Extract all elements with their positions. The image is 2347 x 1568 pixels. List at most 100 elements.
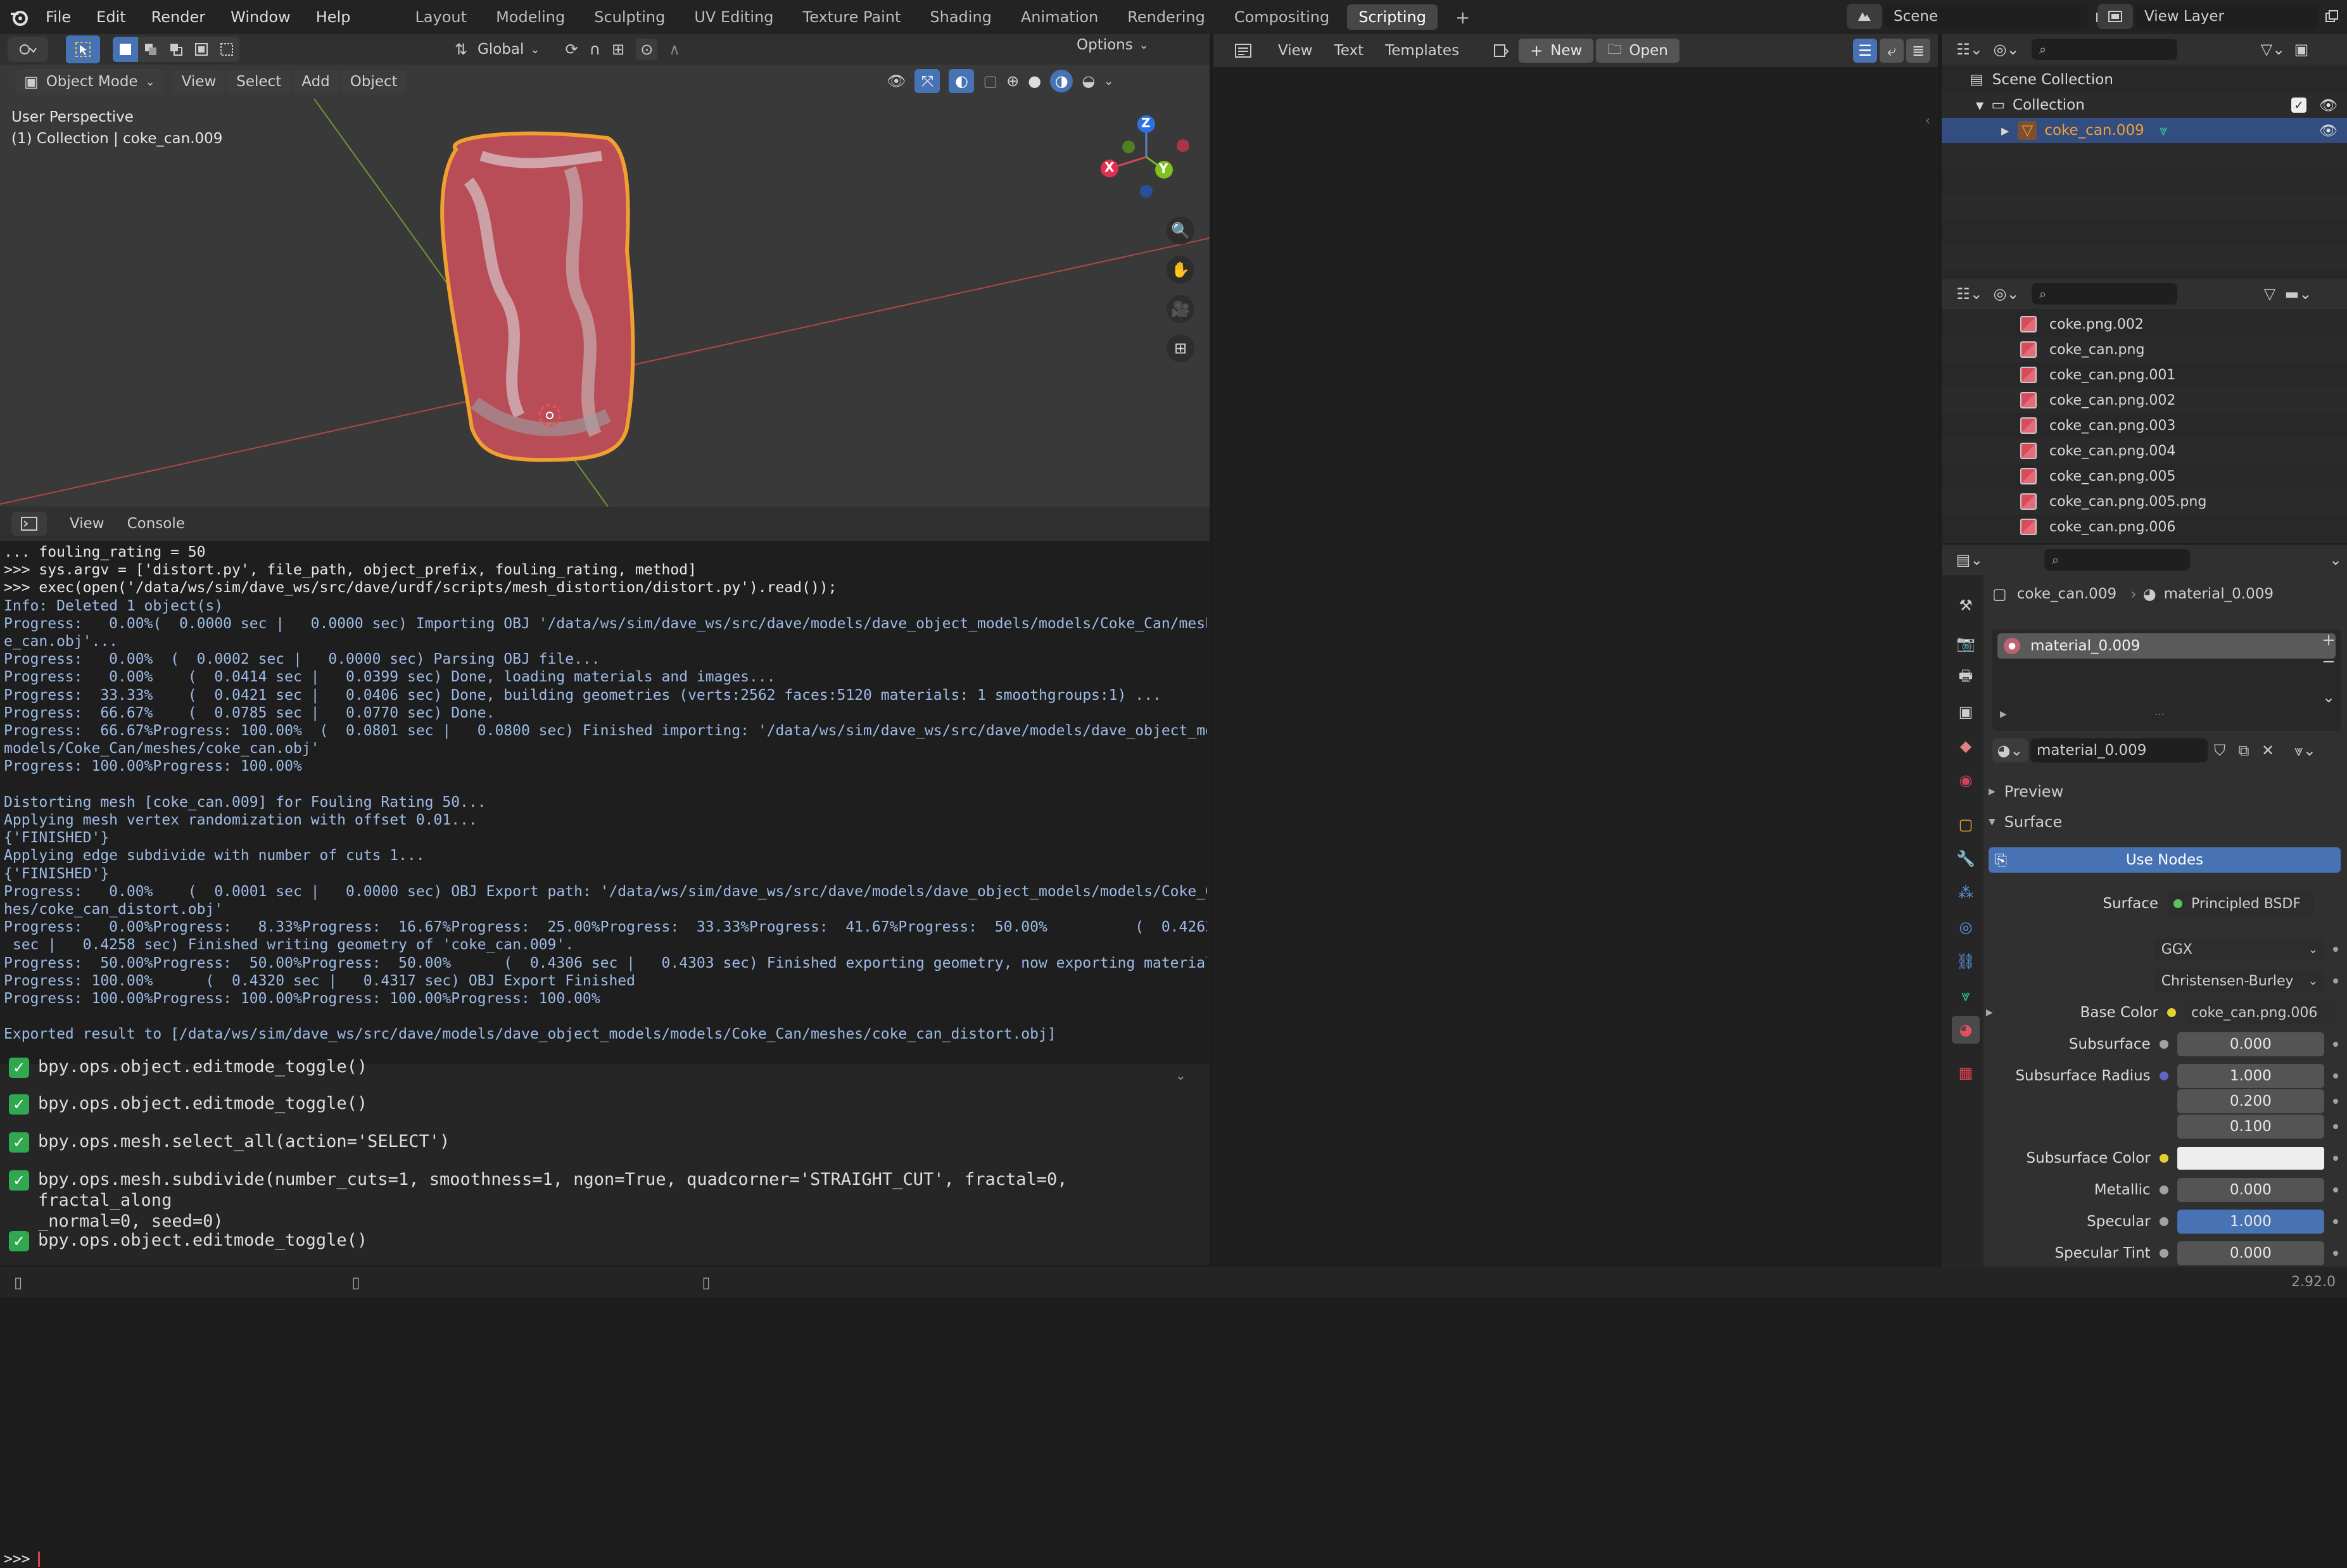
view-layer-tab-icon[interactable]: ▣ bbox=[1952, 698, 1980, 726]
list-item[interactable]: coke_can.png bbox=[1942, 337, 2347, 362]
shading-solid-icon[interactable]: ● bbox=[1028, 72, 1041, 90]
list-item[interactable]: coke_can.png.002 bbox=[1942, 388, 2347, 413]
navigation-gizmo[interactable]: Z Y X bbox=[1096, 111, 1191, 206]
filter-icon[interactable]: ▽⌄ bbox=[2257, 38, 2289, 61]
view-layer-field[interactable]: View Layer bbox=[2135, 4, 2319, 29]
list-item[interactable]: coke.png.002 bbox=[1942, 312, 2347, 337]
unlink-material-icon[interactable]: ✕ bbox=[2256, 738, 2280, 762]
text-editor-type-icon[interactable] bbox=[1226, 39, 1260, 63]
expand-right-icon[interactable]: ▶ bbox=[2000, 709, 2007, 719]
list-item[interactable]: ✓ bpy.ops.object.editmode_toggle() bbox=[9, 1056, 1197, 1078]
object-tab-icon[interactable]: ▢ bbox=[1952, 811, 1980, 838]
filter-icon[interactable]: ▽ bbox=[2257, 282, 2282, 305]
distribution-dropdown[interactable]: GGX ⌄ bbox=[2153, 938, 2324, 961]
menu-add[interactable]: Add bbox=[293, 70, 339, 94]
list-item[interactable]: coke_can.png.004 bbox=[1942, 438, 2347, 464]
visibility-icon[interactable]: 👁 bbox=[887, 72, 906, 90]
texture-tab-icon[interactable]: ▦ bbox=[1952, 1059, 1980, 1087]
data-tab-icon[interactable]: ⩔ bbox=[1952, 982, 1980, 1009]
new-collection-icon[interactable]: ▣ bbox=[2289, 38, 2314, 61]
eye-icon[interactable]: 👁 bbox=[2319, 97, 2338, 114]
shading-wireframe-icon[interactable]: ⊕ bbox=[1006, 72, 1019, 90]
scene-name-field[interactable]: Scene bbox=[1885, 4, 2087, 29]
tree-item-scene-collection[interactable]: ▤ Scene Collection bbox=[1942, 67, 2347, 92]
list-item[interactable]: ✓ bpy.ops.mesh.select_all(action='SELECT… bbox=[9, 1131, 1197, 1153]
checkbox-icon[interactable]: ✓ bbox=[2291, 98, 2306, 113]
xray-icon[interactable]: ▢ bbox=[983, 72, 997, 90]
keyframe-dot[interactable] bbox=[2333, 1219, 2338, 1224]
tree-item-collection[interactable]: ▼ ▭ Collection ✓ 👁 bbox=[1942, 92, 2347, 118]
select-invert-icon[interactable] bbox=[189, 37, 214, 62]
keyframe-dot[interactable] bbox=[2333, 1187, 2338, 1192]
select-new-icon[interactable] bbox=[113, 37, 138, 62]
list-item[interactable]: ✓ bpy.ops.object.editmode_toggle() bbox=[9, 1230, 1197, 1251]
tab-shading[interactable]: Shading bbox=[918, 4, 1003, 30]
3d-viewport[interactable]: User Perspective (1) Collection | coke_c… bbox=[0, 99, 1210, 507]
tab-sculpting[interactable]: Sculpting bbox=[583, 4, 676, 30]
keyframe-dot[interactable] bbox=[2333, 1073, 2338, 1078]
keyframe-dot[interactable] bbox=[2333, 947, 2338, 952]
snap-magnet-icon[interactable]: ∩ bbox=[590, 41, 601, 58]
select-intersect-icon[interactable] bbox=[214, 37, 239, 62]
browse-material-icon[interactable]: ◕⌄ bbox=[1992, 738, 2028, 762]
add-slot-icon[interactable]: + bbox=[2318, 629, 2339, 651]
subsurface-color-swatch[interactable] bbox=[2177, 1147, 2324, 1170]
console-editor-type-icon[interactable] bbox=[11, 512, 47, 536]
object-mode-dropdown[interactable]: ▣ Object Mode ⌄ bbox=[15, 69, 164, 94]
material-tab-icon[interactable]: ◕ bbox=[1952, 1016, 1980, 1044]
te-menu-templates[interactable]: Templates bbox=[1385, 42, 1459, 59]
tab-uv-editing[interactable]: UV Editing bbox=[683, 4, 785, 30]
falloff-icon[interactable]: ∧ bbox=[669, 41, 680, 58]
line-numbers-icon[interactable]: ☰ bbox=[1853, 39, 1877, 63]
info-log[interactable]: ✓ bpy.ops.object.editmode_toggle() ⌄ ✓ b… bbox=[0, 1057, 1210, 1265]
duplicate-material-icon[interactable]: ⧉ bbox=[2232, 738, 2256, 762]
tab-layout[interactable]: Layout bbox=[403, 4, 478, 30]
word-wrap-icon[interactable]: ⤶ bbox=[1880, 39, 1904, 63]
modifier-tab-icon[interactable]: 🔧 bbox=[1952, 845, 1980, 873]
select-subtract-icon[interactable] bbox=[163, 37, 189, 62]
eye-icon[interactable]: 👁 bbox=[2319, 122, 2338, 139]
browser-search-input[interactable]: ⌕ bbox=[2032, 283, 2177, 305]
physics-tab-icon[interactable]: ◎ bbox=[1952, 913, 1980, 941]
material-slot-item[interactable]: ● material_0.009 bbox=[1997, 633, 2336, 659]
python-console[interactable]: View Console ... fouling_rating = 50 >>> … bbox=[0, 507, 1210, 1567]
pan-hand-icon[interactable]: ✋ bbox=[1167, 256, 1194, 284]
add-workspace-button[interactable]: + bbox=[1444, 3, 1481, 32]
outliner-editor-type-icon[interactable]: ☷⌄ bbox=[1952, 38, 1987, 61]
chevron-down-icon[interactable]: ⌄ bbox=[2329, 551, 2342, 569]
pivot-icon[interactable]: ⟳ bbox=[565, 41, 578, 58]
list-item[interactable]: coke_can.png.005 bbox=[1942, 464, 2347, 489]
tab-compositing[interactable]: Compositing bbox=[1223, 4, 1341, 30]
keyframe-dot[interactable] bbox=[2333, 1099, 2338, 1104]
select-tool-icon[interactable] bbox=[66, 35, 100, 63]
display-mode-icon[interactable]: ◎⌄ bbox=[1987, 38, 2025, 61]
list-item[interactable]: coke_can.png.006 bbox=[1942, 514, 2347, 540]
chevron-down-icon[interactable]: ⌄ bbox=[1175, 1068, 1186, 1083]
specular-value-field[interactable]: 1.000 bbox=[2177, 1210, 2324, 1234]
particles-tab-icon[interactable]: ⁂ bbox=[1952, 879, 1980, 907]
te-menu-view[interactable]: View bbox=[1278, 42, 1313, 59]
keyframe-dot[interactable] bbox=[2333, 1251, 2338, 1256]
fake-user-icon[interactable]: ⛉ bbox=[2208, 738, 2232, 762]
keyframe-dot[interactable] bbox=[2333, 1124, 2338, 1129]
base-color-field[interactable]: coke_can.png.006 bbox=[2185, 1001, 2337, 1024]
blender-logo-icon[interactable] bbox=[0, 0, 38, 34]
preview-panel-header[interactable]: ▶ Preview bbox=[1989, 779, 2343, 804]
menu-help[interactable]: Help bbox=[316, 8, 351, 26]
menu-edit[interactable]: Edit bbox=[96, 8, 125, 26]
console-menu-console[interactable]: Console bbox=[127, 515, 185, 532]
gizmo-toggle-icon[interactable]: ⤧ bbox=[914, 69, 940, 93]
specular-tint-value-field[interactable]: 0.000 bbox=[2177, 1241, 2324, 1265]
use-nodes-button[interactable]: ⎘ Use Nodes bbox=[1989, 847, 2341, 873]
node-tree-icon[interactable]: ⩔⌄ bbox=[2286, 738, 2324, 762]
properties-search-input[interactable]: ⌕ bbox=[2044, 549, 2190, 571]
tree-item-coke-can[interactable]: ▶ ▽ coke_can.009 ⩔ 👁 bbox=[1942, 118, 2347, 143]
keyframe-dot[interactable] bbox=[2333, 1156, 2338, 1161]
subsurface-value-field[interactable]: 0.000 bbox=[2177, 1032, 2324, 1056]
browser-display-mode-icon[interactable]: ◎⌄ bbox=[1987, 282, 2025, 305]
list-item[interactable]: coke_can.png.001 bbox=[1942, 362, 2347, 388]
render-tab-icon[interactable]: 📷 bbox=[1952, 629, 1980, 657]
sidebar-toggle-icon[interactable]: ‹ bbox=[1925, 113, 1930, 128]
scene-icon[interactable] bbox=[1847, 4, 1882, 29]
list-item[interactable]: ✓ bpy.ops.object.editmode_toggle() bbox=[9, 1093, 1197, 1115]
